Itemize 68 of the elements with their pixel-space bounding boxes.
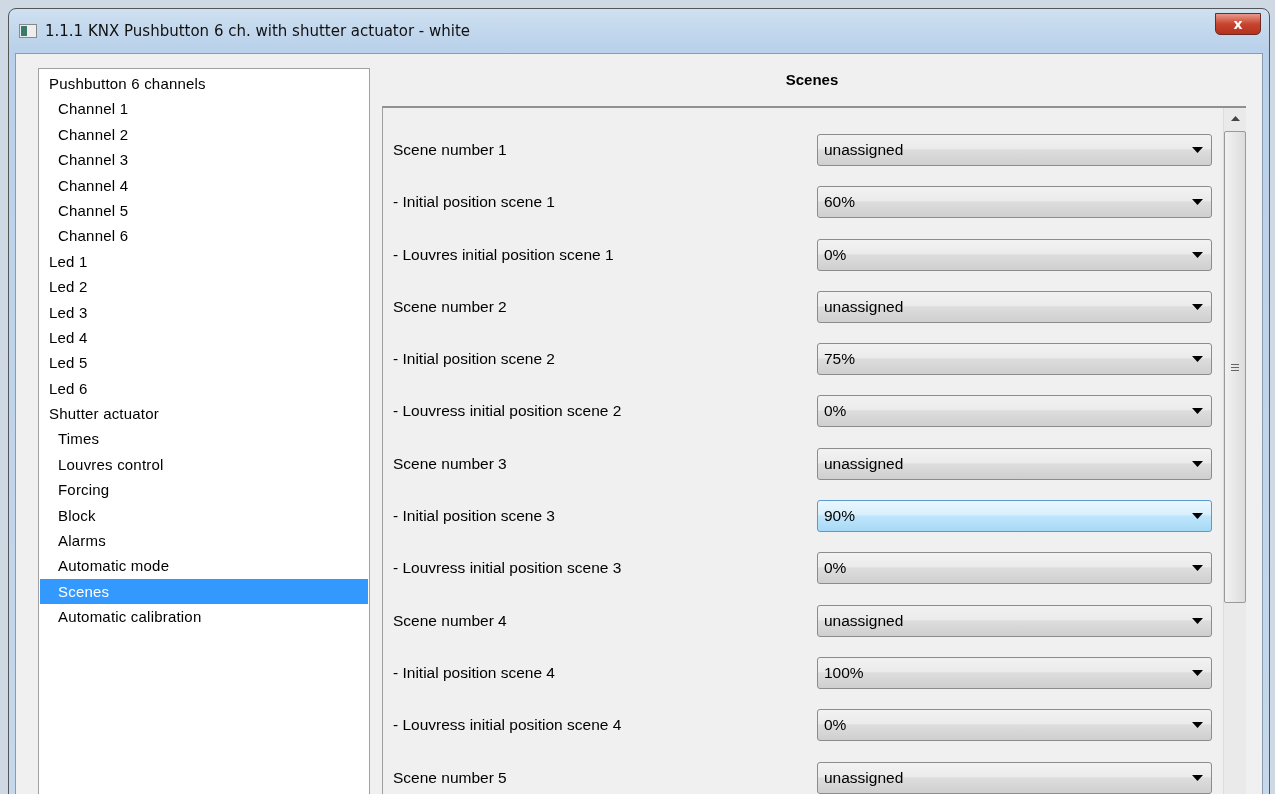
tree-item[interactable]: Automatic calibration bbox=[40, 604, 368, 630]
dropdown[interactable]: 60% bbox=[817, 186, 1212, 219]
dropdown[interactable]: 75% bbox=[817, 343, 1212, 376]
caret-icon bbox=[1192, 513, 1203, 520]
parameter-label: Scene number 3 bbox=[393, 454, 508, 473]
tree-item[interactable]: Led 4 bbox=[40, 324, 368, 351]
tree-item[interactable]: Times bbox=[40, 426, 368, 452]
tree-item[interactable]: Led 6 bbox=[40, 375, 368, 402]
dropdown[interactable]: 0% bbox=[817, 552, 1212, 585]
caret-icon bbox=[1192, 147, 1203, 153]
parameter-label: Scene number 2 bbox=[393, 297, 508, 316]
tree-item[interactable]: Led 5 bbox=[40, 350, 368, 376]
grip-icon bbox=[1231, 363, 1239, 371]
scrollbar[interactable] bbox=[1223, 108, 1246, 794]
tree-item[interactable]: Louvres control bbox=[40, 451, 368, 478]
dropdown[interactable]: unassigned bbox=[817, 290, 1212, 323]
dropdown[interactable]: unassigned bbox=[817, 134, 1212, 166]
caret-icon bbox=[1192, 251, 1203, 258]
parameter-label: Scene number 5 bbox=[393, 768, 508, 787]
caret-icon bbox=[1192, 617, 1203, 624]
parameter-label: Scene number 4 bbox=[393, 611, 508, 630]
parameter-label: - Louvres initial position scene 1 bbox=[393, 245, 615, 264]
parameter-label: - Louvress initial position scene 4 bbox=[393, 716, 623, 735]
close-button[interactable]: x bbox=[1215, 13, 1261, 35]
dropdown[interactable]: 90% bbox=[817, 500, 1212, 533]
tree-item[interactable]: Led 1 bbox=[40, 248, 368, 275]
tree-item[interactable]: Channel 2 bbox=[40, 121, 368, 148]
tree-item[interactable]: Channel 1 bbox=[40, 96, 368, 122]
caret-icon bbox=[1192, 303, 1203, 310]
section-title: Scenes bbox=[784, 70, 840, 90]
dropdown[interactable]: unassigned bbox=[817, 761, 1212, 794]
app-icon bbox=[19, 24, 37, 38]
dropdown[interactable]: 100% bbox=[817, 656, 1212, 689]
caret-icon bbox=[1192, 199, 1203, 206]
window-title: 1.1.1 KNX Pushbutton 6 ch. with shutter actuator - white bbox=[45, 22, 472, 40]
parameter-label: - Initial position scene 3 bbox=[393, 507, 556, 526]
dropdown[interactable]: unassigned bbox=[817, 447, 1212, 480]
scroll-thumb[interactable] bbox=[1224, 131, 1246, 603]
dropdown[interactable]: unassigned bbox=[817, 604, 1212, 637]
parameter-label: - Louvress initial position scene 3 bbox=[393, 559, 623, 578]
tree-item[interactable]: Automatic mode bbox=[40, 553, 368, 579]
parameter-label: - Initial position scene 2 bbox=[393, 350, 556, 369]
scroll-up-icon[interactable] bbox=[1230, 116, 1240, 121]
parameter-label: - Louvress initial position scene 2 bbox=[393, 402, 623, 421]
tree-item[interactable]: Channel 5 bbox=[40, 197, 368, 224]
dropdown[interactable]: 0% bbox=[817, 709, 1212, 742]
caret-icon bbox=[1192, 460, 1203, 467]
tree-item[interactable]: Alarms bbox=[40, 528, 368, 554]
parameter-label: Scene number 1 bbox=[393, 141, 508, 159]
tree-item[interactable]: Shutter actuator bbox=[40, 401, 368, 427]
caret-icon bbox=[1192, 356, 1203, 363]
caret-icon bbox=[1192, 669, 1203, 676]
tree-item[interactable]: Block bbox=[40, 502, 368, 529]
tree-item[interactable]: Led 2 bbox=[40, 274, 368, 300]
tree-item[interactable]: Led 3 bbox=[40, 299, 368, 325]
dropdown[interactable]: 0% bbox=[817, 395, 1212, 428]
caret-icon bbox=[1192, 774, 1203, 781]
tree-item[interactable]: Channel 3 bbox=[40, 147, 368, 173]
caret-icon bbox=[1192, 722, 1203, 729]
parameter-label: - Initial position scene 4 bbox=[393, 663, 556, 682]
caret-icon bbox=[1192, 565, 1203, 572]
dropdown[interactable]: 0% bbox=[817, 238, 1212, 271]
parameter-label: - Initial position scene 1 bbox=[393, 193, 556, 212]
tree-item[interactable]: Channel 4 bbox=[40, 172, 368, 198]
caret-icon bbox=[1192, 408, 1203, 415]
tree-item[interactable]: Channel 6 bbox=[40, 223, 368, 249]
tree-item[interactable]: Forcing bbox=[40, 477, 368, 503]
tree-item[interactable]: Pushbutton 6 channels bbox=[40, 71, 368, 97]
